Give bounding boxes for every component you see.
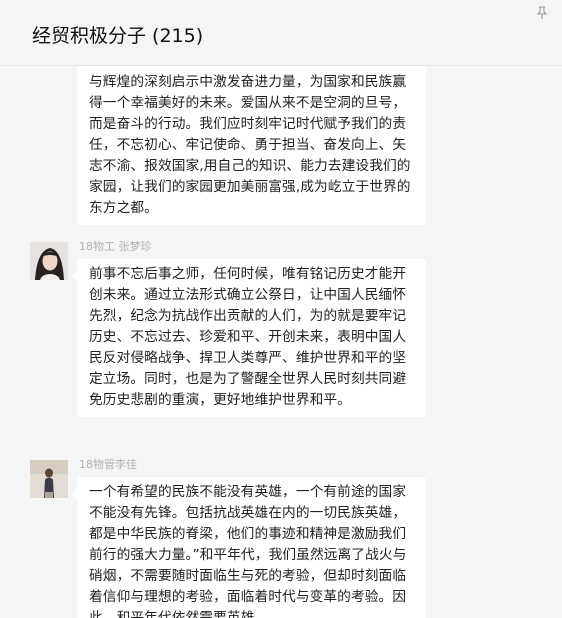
chat-title[interactable]: 经贸积极分子 (215) xyxy=(32,21,203,48)
message-bubble[interactable]: 一个有希望的民族不能没有英雄，一个有前途的国家不能没有先锋。包括抗战英雄在内的一… xyxy=(72,477,426,618)
message-bubble[interactable]: 一 一 一 一 一 一 一 一 一 一 一 一 一 一 一 一 与辉煌的深刻启示… xyxy=(77,66,426,225)
chat-header: 经贸积极分子 (215) xyxy=(0,0,562,66)
chat-window: 经贸积极分子 (215) 一 一 一 一 一 一 一 一 一 一 一 一 一 一… xyxy=(0,0,562,618)
message-text: 一个有希望的民族不能没有英雄，一个有前途的国家不能没有先锋。包括抗战英雄在内的一… xyxy=(89,484,407,618)
sender-name[interactable]: 18物管李佳 xyxy=(79,456,137,472)
message-bubble[interactable]: 前事不忘后事之师，任何时候，唯有铭记历史才能开创未来。通过立法形式确立公祭日，让… xyxy=(72,259,426,417)
avatar[interactable] xyxy=(30,242,68,280)
avatar-photo-icon xyxy=(30,460,68,498)
pin-icon[interactable] xyxy=(536,6,548,20)
sender-name[interactable]: 18物工 张梦珍 xyxy=(79,238,152,254)
avatar[interactable] xyxy=(30,460,68,498)
message-text: 前事不忘后事之师，任何时候，唯有铭记历史才能开创未来。通过立法形式确立公祭日，让… xyxy=(89,266,407,408)
avatar-photo-icon xyxy=(30,242,68,280)
message-list[interactable]: 一 一 一 一 一 一 一 一 一 一 一 一 一 一 一 一 与辉煌的深刻启示… xyxy=(0,66,562,618)
message-text: 与辉煌的深刻启示中激发奋进力量，为国家和民族赢得一个幸福美好的未来。爱国从来不是… xyxy=(89,74,411,216)
